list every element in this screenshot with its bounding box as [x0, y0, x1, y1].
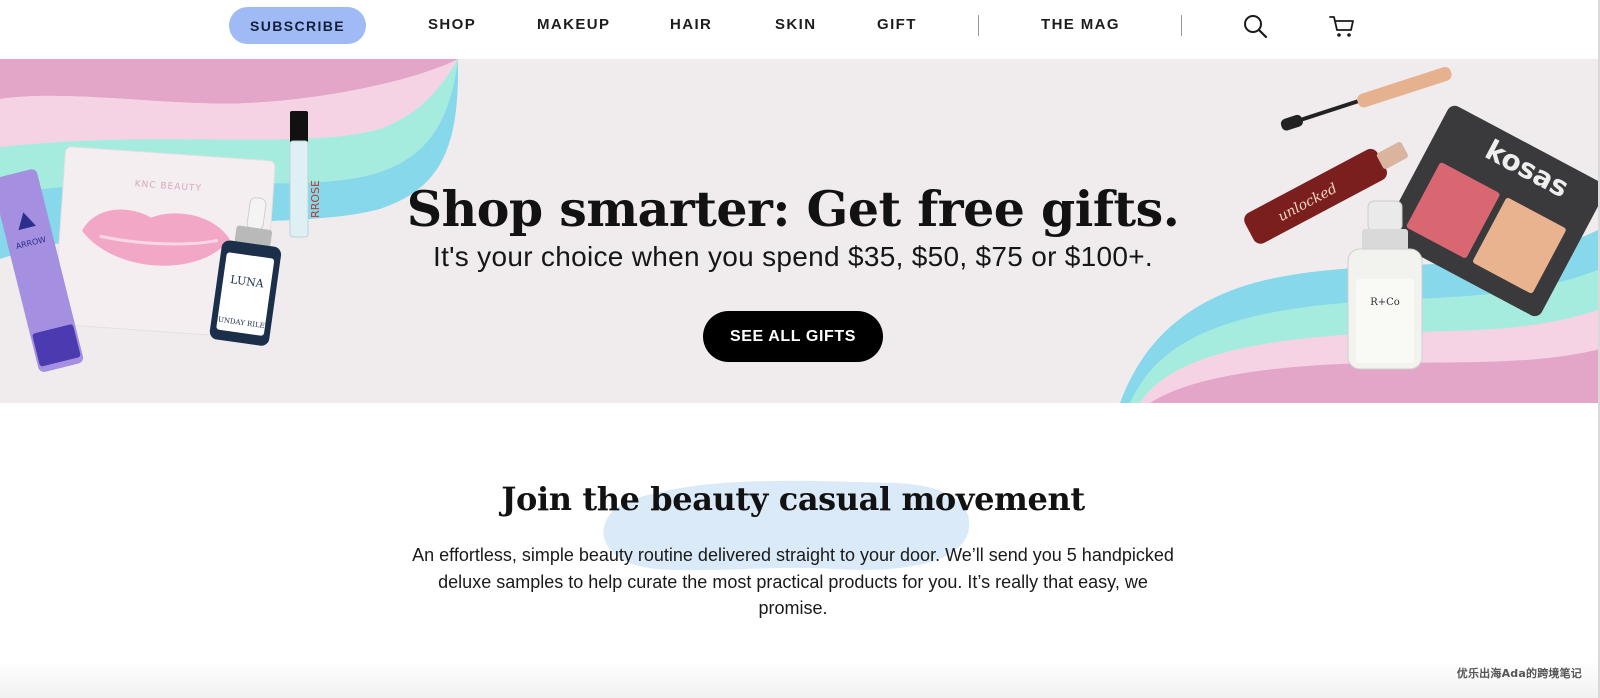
cart-icon[interactable]: [1329, 13, 1355, 39]
nav-link-gift[interactable]: GIFT: [877, 16, 917, 34]
nav-divider: [978, 15, 979, 36]
spray-brand-text: R+Co: [1370, 297, 1400, 308]
watermark-text: 优乐出海Ada的跨境笔记: [1456, 667, 1582, 680]
nav-link-skin[interactable]: SKIN: [775, 16, 816, 34]
nav-divider: [1181, 15, 1182, 36]
nav-link-the-mag[interactable]: THE MAG: [1041, 16, 1120, 34]
hero-subtitle: It's your choice when you spend $35, $50…: [433, 241, 1153, 272]
movement-title: Join the beauty casual movement: [501, 480, 1085, 518]
nav-link-hair[interactable]: HAIR: [670, 16, 712, 34]
hero-title: Shop smarter: Get free gifts.: [406, 180, 1180, 238]
next-section-edge: [0, 661, 1600, 698]
subscribe-button[interactable]: SUBSCRIBE: [229, 7, 366, 44]
movement-description: An effortless, simple beauty routine del…: [412, 545, 1174, 618]
movement-section: Join the beauty casual movement An effor…: [0, 403, 1600, 698]
nav-link-shop[interactable]: SHOP: [428, 16, 476, 34]
nav-link-makeup[interactable]: MAKEUP: [537, 16, 610, 34]
see-all-gifts-button[interactable]: SEE ALL GIFTS: [703, 311, 883, 362]
top-navigation: SUBSCRIBE SHOP MAKEUP HAIR SKIN GIFT THE…: [0, 0, 1600, 59]
search-icon[interactable]: [1242, 13, 1268, 39]
hero-banner: KNC BEAUTY ARROW RROSE LUNA SUNDAY RILEY: [0, 59, 1600, 403]
